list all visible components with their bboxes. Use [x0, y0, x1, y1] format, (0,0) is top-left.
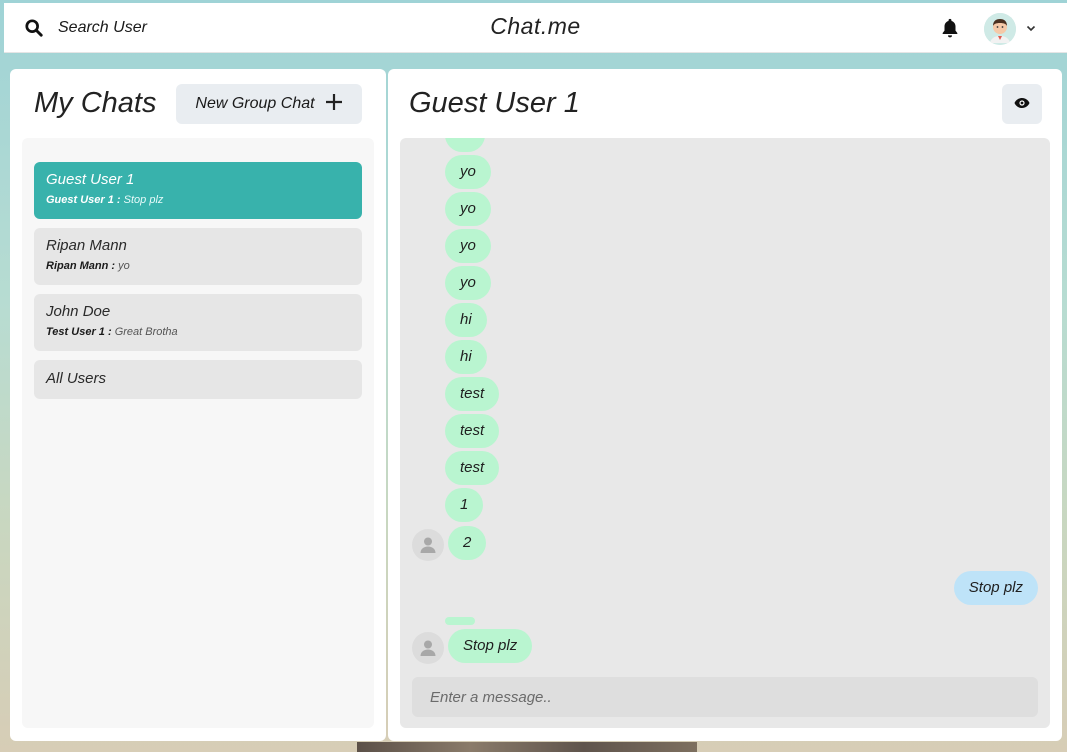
- new-group-chat-button[interactable]: New Group Chat: [176, 84, 362, 124]
- message-bubble: yo: [445, 192, 491, 226]
- message-bubble: test: [445, 377, 500, 411]
- chat-item-name: Guest User 1: [46, 171, 135, 188]
- message-bubble: test: [445, 414, 500, 448]
- chat-item-sender: Ripan Mann :: [46, 260, 116, 272]
- message-input[interactable]: [412, 677, 1038, 717]
- chat-item-ripan-mann[interactable]: Ripan Mann Ripan Mann : yo: [34, 228, 362, 285]
- chat-item-john-doe[interactable]: John Doe Test User 1 : Great Brotha: [34, 294, 362, 351]
- sender-avatar[interactable]: [412, 632, 444, 664]
- profile-menu-button[interactable]: [984, 11, 1044, 47]
- my-chats-title: My Chats: [34, 87, 157, 119]
- chat-item-preview: Guest User 1 : Stop plz: [46, 194, 350, 206]
- message-bubble: yo: [445, 266, 491, 300]
- plus-icon: [325, 93, 343, 116]
- chat-item-name: John Doe: [46, 303, 111, 320]
- user-icon: [420, 537, 436, 553]
- chat-item-message: Stop plz: [123, 194, 164, 206]
- user-avatar: [984, 13, 1016, 45]
- view-profile-button[interactable]: [1002, 84, 1042, 124]
- my-chats-panel: My Chats New Group Chat Guest User 1 Gue…: [10, 69, 386, 741]
- new-group-chat-label: New Group Chat: [195, 95, 315, 112]
- message-bubble: yo: [445, 155, 491, 189]
- chevron-down-icon: [1026, 20, 1036, 38]
- chat-item-all-users[interactable]: All Users: [34, 360, 362, 399]
- chat-list: Guest User 1 Guest User 1 : Stop plz Rip…: [22, 138, 374, 728]
- top-bar: Search User Chat.me: [4, 3, 1067, 53]
- bell-icon[interactable]: [939, 17, 961, 39]
- message-bubble: hi: [445, 303, 487, 337]
- message-bubble: yo: [445, 229, 491, 263]
- chat-item-preview: Test User 1 : Great Brotha: [46, 326, 350, 338]
- chat-item-guest-user-1[interactable]: Guest User 1 Guest User 1 : Stop plz: [34, 162, 362, 219]
- message-bubble: Stop plz: [448, 629, 533, 663]
- chat-item-message: yo: [118, 260, 130, 272]
- message-bubble-partial: [445, 138, 485, 152]
- message-bubble: test: [445, 451, 500, 485]
- chat-item-sender: Guest User 1 :: [46, 194, 121, 206]
- sender-avatar[interactable]: [412, 529, 444, 561]
- message-bubble: 2: [448, 526, 486, 560]
- app-title: Chat.me: [490, 13, 581, 39]
- chat-item-name: Ripan Mann: [46, 237, 127, 254]
- chat-title: Guest User 1: [409, 87, 580, 119]
- chat-item-sender: Test User 1 :: [46, 326, 112, 338]
- chat-item-name: All Users: [46, 370, 107, 387]
- messages-area[interactable]: yo yo yo yo hi hi test test test 1 2 Sto…: [400, 138, 1050, 728]
- chat-item-message: Great Brotha: [114, 326, 178, 338]
- message-bubble-partial: [445, 617, 475, 625]
- chat-item-preview: Ripan Mann : yo: [46, 260, 350, 272]
- background-image-strip: [357, 742, 697, 752]
- user-icon: [420, 640, 436, 656]
- eye-icon: [1014, 97, 1030, 112]
- message-bubble-sent: Stop plz: [953, 571, 1038, 605]
- chat-window-panel: Guest User 1 yo yo yo yo hi hi test test…: [388, 69, 1062, 741]
- message-bubble: hi: [445, 340, 487, 374]
- message-bubble: 1: [445, 488, 484, 522]
